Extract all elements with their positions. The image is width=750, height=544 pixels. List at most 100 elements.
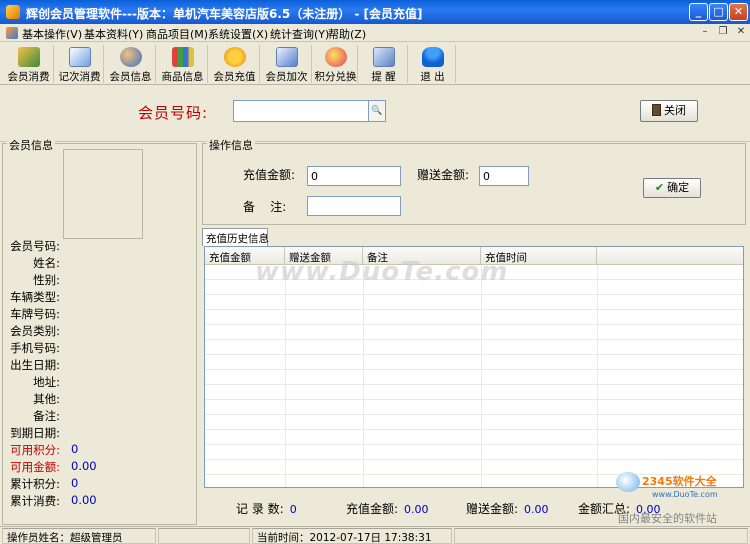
mdi-restore-button[interactable]: ❐ bbox=[716, 26, 730, 40]
status-operator: 操作员姓名：超级管理员 bbox=[2, 528, 156, 544]
tool-label: 会员加次 bbox=[265, 71, 308, 83]
app-icon bbox=[6, 5, 20, 19]
field-member-category: 会员类别: bbox=[3, 323, 193, 339]
field-value: 0.00 bbox=[71, 459, 97, 473]
field-available-points: 可用积分: 0 bbox=[3, 442, 193, 458]
bonus-amount-label: 赠送金额: bbox=[417, 168, 470, 182]
recharge-total-value: 0.00 bbox=[404, 503, 429, 516]
mdi-close-button[interactable]: ✕ bbox=[734, 26, 748, 40]
tool-label: 积分兑换 bbox=[314, 71, 357, 83]
reminder-icon bbox=[372, 47, 395, 67]
tool-exit[interactable]: 退 出 bbox=[410, 45, 456, 83]
grid-icon bbox=[171, 47, 194, 67]
field-label: 其他: bbox=[33, 392, 60, 406]
member-photo bbox=[63, 149, 143, 239]
status-spacer bbox=[158, 528, 250, 544]
operation-panel: 操作信息 充值金额: 赠送金额: 备 注: ✔确定 bbox=[202, 137, 746, 225]
field-label: 会员类别: bbox=[10, 324, 60, 338]
column-divider bbox=[597, 265, 598, 487]
window-title: 辉创会员管理软件---版本：单机汽车美容店版6.5（未注册） - [会员充值] bbox=[26, 7, 423, 21]
field-label: 性别: bbox=[33, 273, 60, 287]
corner-brand: 2345软件大全 bbox=[642, 475, 717, 488]
recharge-amount-input[interactable] bbox=[307, 166, 401, 186]
confirm-label: 确定 bbox=[667, 181, 690, 194]
coin-icon bbox=[223, 47, 246, 67]
tool-reminder[interactable]: 提 醒 bbox=[360, 45, 408, 83]
menu-basic-data[interactable]: 基本资料(Y) bbox=[84, 26, 143, 42]
column-divider bbox=[481, 265, 482, 487]
field-remark: 备注: bbox=[3, 408, 193, 424]
field-available-amount: 可用金额: 0.00 bbox=[3, 459, 193, 475]
field-gender: 性别: bbox=[3, 272, 193, 288]
minimize-button[interactable]: _ bbox=[689, 3, 708, 21]
users-icon bbox=[119, 47, 142, 67]
column-divider bbox=[285, 265, 286, 487]
field-label: 姓名: bbox=[33, 256, 60, 270]
field-label: 可用积分: bbox=[10, 443, 60, 457]
recharge-total: 充值金额: 0.00 bbox=[346, 500, 429, 517]
cash-register-icon bbox=[17, 47, 40, 67]
field-vehicle-type: 车辆类型: bbox=[3, 289, 193, 305]
record-count-value: 0 bbox=[289, 503, 297, 516]
status-spacer bbox=[454, 528, 748, 544]
tool-count-consume[interactable]: 记次消费 bbox=[56, 45, 104, 83]
menu-products[interactable]: 商品项目(M) bbox=[146, 26, 208, 42]
field-other: 其他: bbox=[3, 391, 193, 407]
tool-member-recharge[interactable]: 会员充值 bbox=[210, 45, 260, 83]
tool-label: 会员信息 bbox=[109, 71, 152, 83]
member-info-panel: 会员信息 会员号码: 姓名: 性别: 车辆类型: 车牌号码: 会员类别: 手机号… bbox=[2, 137, 197, 525]
field-label: 车牌号码: bbox=[10, 307, 60, 321]
exit-person-icon bbox=[421, 47, 444, 67]
tool-member-consume[interactable]: 会员消费 bbox=[4, 45, 54, 83]
close-form-label: 关闭 bbox=[664, 104, 686, 117]
door-icon bbox=[652, 104, 661, 116]
recharge-history-table: 充值金额 赠送金额 备注 充值时间 www.DuoTe.com bbox=[204, 246, 744, 488]
field-label: 地址: bbox=[33, 375, 60, 389]
search-button[interactable]: 🔍 bbox=[368, 100, 386, 122]
menu-statistics[interactable]: 统计查询(Y) bbox=[270, 26, 329, 42]
mdi-child-icon bbox=[6, 27, 18, 39]
remark-input[interactable] bbox=[307, 196, 401, 216]
field-label: 会员号码: bbox=[10, 239, 60, 253]
menu-help[interactable]: 帮助(Z) bbox=[328, 26, 366, 42]
close-button[interactable]: ✕ bbox=[729, 3, 748, 21]
field-value: 0 bbox=[71, 476, 79, 490]
balloons-icon bbox=[324, 47, 347, 67]
field-mobile: 手机号码: bbox=[3, 340, 193, 356]
bonus-amount-input[interactable] bbox=[479, 166, 529, 186]
recharge-amount-label: 充值金额: bbox=[243, 168, 296, 182]
tool-label: 会员充值 bbox=[213, 71, 256, 83]
tool-member-info[interactable]: 会员信息 bbox=[106, 45, 156, 83]
close-form-button[interactable]: 关闭 bbox=[640, 100, 698, 122]
corner-watermark: 2345软件大全 www.DuoTe.com 国内最安全的软件站 bbox=[612, 470, 748, 526]
maximize-button[interactable]: □ bbox=[709, 3, 728, 21]
mdi-minimize-button[interactable]: – bbox=[698, 26, 712, 40]
field-total-consumption: 累计消费: 0.00 bbox=[3, 493, 193, 509]
bonus-total-value: 0.00 bbox=[524, 503, 549, 516]
field-label: 累计积分: bbox=[10, 477, 60, 491]
tool-product-info[interactable]: 商品信息 bbox=[158, 45, 208, 83]
bonus-total: 赠送金额: 0.00 bbox=[466, 500, 549, 517]
tool-label: 会员消费 bbox=[7, 71, 50, 83]
corner-slogan: 国内最安全的软件站 bbox=[618, 512, 717, 525]
tab-recharge-history[interactable]: 充值历史信息 bbox=[202, 228, 269, 246]
edit-form-icon bbox=[275, 47, 298, 67]
status-bar: 操作员姓名：超级管理员 当前时间：2012-07-17日 17:38:31 bbox=[0, 526, 750, 544]
operation-title: 操作信息 bbox=[207, 137, 255, 153]
tool-member-add-count[interactable]: 会员加次 bbox=[262, 45, 312, 83]
menu-settings[interactable]: 系统设置(X) bbox=[208, 26, 268, 42]
confirm-button[interactable]: ✔ 确定 bbox=[643, 178, 701, 198]
tool-points-exchange[interactable]: 积分兑换 bbox=[314, 45, 358, 83]
checkmark-icon: ✔ bbox=[654, 181, 665, 194]
menu-basic-ops[interactable]: 基本操作(V) bbox=[22, 26, 82, 42]
bonus-total-label: 赠送金额: bbox=[466, 502, 519, 516]
field-label: 手机号码: bbox=[10, 341, 60, 355]
field-address: 地址: bbox=[3, 374, 193, 390]
member-number-label: 会员号码: bbox=[138, 104, 209, 122]
status-time: 当前时间：2012-07-17日 17:38:31 bbox=[252, 528, 452, 544]
title-bar: 辉创会员管理软件---版本：单机汽车美容店版6.5（未注册） - [会员充值] … bbox=[0, 0, 750, 24]
record-count-label: 记 录 数: bbox=[236, 502, 284, 516]
corner-url: www.DuoTe.com bbox=[652, 490, 718, 499]
tool-label: 退 出 bbox=[420, 71, 445, 83]
member-number-input[interactable] bbox=[233, 100, 369, 122]
